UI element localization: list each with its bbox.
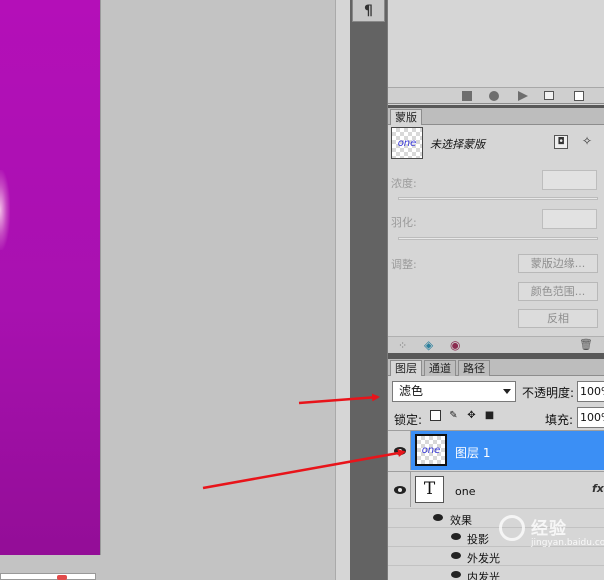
paragraph-icon[interactable]: ¶ [352, 0, 385, 22]
fill-label: 填充: [545, 413, 574, 427]
adjust-label: 调整: [391, 258, 417, 271]
chevron-down-icon [503, 389, 511, 394]
layer-row-layer1[interactable]: one 图层 1 [388, 430, 604, 470]
blend-mode-select[interactable]: 滤色 [392, 381, 516, 402]
layer-thumbnail-text: one [421, 444, 441, 456]
tab-paths[interactable]: 路径 [458, 360, 490, 376]
watermark-text: 经验 [531, 519, 567, 539]
tab-layers[interactable]: 图层 [390, 360, 422, 377]
eye-icon[interactable] [433, 514, 443, 521]
layers-tabbar: 图层 通道 路径 [388, 359, 604, 377]
invert-button[interactable]: 反相 [518, 309, 598, 328]
document-image[interactable] [0, 0, 100, 555]
density-field[interactable] [542, 170, 597, 190]
mask-load-icon[interactable]: ◘ [554, 135, 568, 149]
canvas-area[interactable] [0, 0, 335, 580]
folder-icon[interactable] [544, 91, 554, 100]
eye-icon[interactable] [394, 447, 406, 455]
effects-label: 效果 [450, 514, 472, 527]
watermark-url: jingyan.baidu.com [531, 538, 604, 548]
eye-icon[interactable] [451, 571, 461, 578]
panel-column: 蒙版 one 未选择蒙版 ◘ ✧ 浓度: 羽化: 调整: 蒙版边缘... 颜色范… [387, 0, 604, 580]
visibility-toggle-icon[interactable]: ◉ [450, 338, 460, 352]
masks-tabbar: 蒙版 [388, 108, 604, 126]
new-action-icon[interactable] [574, 91, 584, 101]
layer-thumbnail[interactable]: one [415, 434, 447, 466]
glow-text-fragment [0, 170, 10, 250]
baidu-jingyan-watermark: 经验 jingyan.baidu.com [497, 510, 604, 556]
visibility-cell[interactable] [388, 472, 411, 507]
bottom-document-strip [0, 573, 96, 580]
mask-thumbnail[interactable]: one [391, 127, 423, 159]
trash-icon[interactable]: 🗑 [579, 338, 593, 351]
mask-edge-button[interactable]: 蒙版边缘... [518, 254, 598, 273]
fill-field[interactable]: 100% [577, 407, 604, 428]
lock-transparent-icon[interactable] [430, 410, 441, 421]
bottom-doc-mark [57, 575, 67, 580]
mask-apply-icon[interactable]: ✧ [580, 135, 594, 149]
eye-icon[interactable] [451, 552, 461, 559]
mask-thumbnail-text: one [397, 137, 417, 149]
feather-field[interactable] [542, 209, 597, 229]
color-range-button[interactable]: 颜色范围... [518, 282, 598, 301]
play-icon[interactable] [518, 91, 528, 101]
lock-brush-icon[interactable]: ✎ [448, 410, 459, 421]
load-selection-icon[interactable]: ◈ [424, 338, 433, 352]
layer-row-text-one[interactable]: T one fx [388, 471, 604, 507]
lock-move-icon[interactable]: ✥ [466, 410, 477, 421]
stop-icon[interactable] [462, 91, 472, 101]
fx-badge[interactable]: fx [592, 482, 604, 495]
opacity-field[interactable]: 100% [577, 381, 604, 402]
effect-label: 投影 [467, 533, 489, 546]
feather-label: 羽化: [391, 216, 417, 229]
eye-icon[interactable] [394, 486, 406, 494]
masks-panel-body: one 未选择蒙版 ◘ ✧ 浓度: 羽化: 调整: 蒙版边缘... 颜色范围..… [388, 125, 604, 353]
layer-name[interactable]: one [455, 485, 475, 498]
density-slider[interactable] [398, 197, 598, 200]
record-icon[interactable] [489, 91, 499, 101]
opacity-label: 不透明度: [522, 386, 575, 400]
tab-channels[interactable]: 通道 [424, 360, 456, 376]
blend-mode-value: 滤色 [399, 384, 424, 398]
effect-row-inner-glow[interactable]: 内发光 [388, 565, 604, 580]
canvas-scroll-edge [335, 0, 350, 580]
lock-label: 锁定: [394, 413, 423, 427]
selection-icon[interactable]: ⁘ [398, 339, 407, 352]
visibility-cell[interactable] [388, 431, 411, 470]
density-label: 浓度: [391, 177, 417, 190]
effect-label: 内发光 [467, 571, 500, 580]
feather-slider[interactable] [398, 237, 598, 240]
mask-status-text: 未选择蒙版 [430, 138, 485, 151]
paw-logo-icon [499, 515, 525, 541]
actions-panel-body [388, 0, 604, 88]
actions-panel-footer [388, 88, 604, 104]
tab-masks[interactable]: 蒙版 [390, 109, 422, 126]
eye-icon[interactable] [451, 533, 461, 540]
masks-panel-footer: ⁘ ◈ ◉ 🗑 [388, 336, 604, 353]
effect-label: 外发光 [467, 552, 500, 565]
lock-all-icon[interactable]: ■ [484, 410, 495, 421]
layer-name[interactable]: 图层 1 [455, 444, 490, 461]
panel-dock-strip [350, 0, 387, 580]
text-layer-thumbnail[interactable]: T [415, 476, 444, 503]
